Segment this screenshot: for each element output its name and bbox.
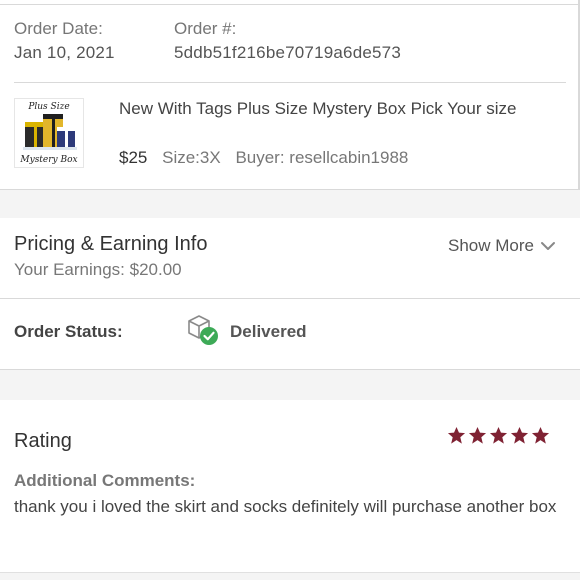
product-thumbnail[interactable]: Plus Size Mystery Box	[14, 98, 84, 168]
section-gap	[0, 190, 580, 218]
product-size: Size:3X	[162, 148, 221, 167]
star-icon	[489, 426, 508, 444]
bottom-band	[0, 572, 580, 580]
status-section: Order Status: Delivered	[0, 299, 580, 369]
order-status-label: Order Status:	[14, 322, 123, 341]
star-icon	[468, 426, 487, 444]
show-more-button[interactable]: Show More	[448, 236, 556, 256]
thumbnail-top-text: Plus Size	[28, 102, 70, 112]
product-title[interactable]: New With Tags Plus Size Mystery Box Pick…	[119, 96, 549, 121]
delivered-package-icon	[188, 315, 218, 345]
star-icon	[447, 426, 466, 444]
star-icon	[510, 426, 529, 444]
order-divider	[14, 82, 566, 83]
pricing-title: Pricing & Earning Info	[14, 233, 208, 255]
show-more-label: Show More	[448, 236, 534, 255]
chevron-down-icon	[541, 242, 555, 250]
product-price-line: $25 Size:3X Buyer: resellcabin1988	[119, 148, 408, 168]
additional-comments-text: thank you i loved the skirt and socks de…	[14, 497, 557, 516]
star-icon	[531, 426, 550, 444]
order-details-page: Order Date: Jan 10, 2021 Order #: 5ddb51…	[0, 0, 580, 580]
pricing-section: Pricing & Earning Info Your Earnings: $2…	[0, 218, 580, 298]
additional-comments-label: Additional Comments:	[14, 471, 196, 490]
order-date-value: Jan 10, 2021	[14, 43, 115, 62]
rating-title: Rating	[14, 430, 72, 452]
order-date-label: Order Date:	[14, 19, 103, 38]
product-price: $25	[119, 148, 148, 167]
order-card: Order Date: Jan 10, 2021 Order #: 5ddb51…	[0, 5, 578, 189]
rating-section: Rating Additional Comments: thank you i …	[0, 400, 580, 572]
earnings-text: Your Earnings: $20.00	[14, 260, 182, 279]
order-number-value: 5ddb51f216be70719a6de573	[174, 43, 401, 62]
thumbnail-bottom-text: Mystery Box	[20, 155, 78, 165]
rating-stars	[447, 426, 550, 445]
order-status-value: Delivered	[230, 322, 307, 341]
order-number-label: Order #:	[174, 19, 237, 38]
mystery-box-image	[23, 114, 77, 150]
section-gap-2	[0, 370, 580, 400]
buyer-username[interactable]: Buyer: resellcabin1988	[235, 148, 408, 167]
